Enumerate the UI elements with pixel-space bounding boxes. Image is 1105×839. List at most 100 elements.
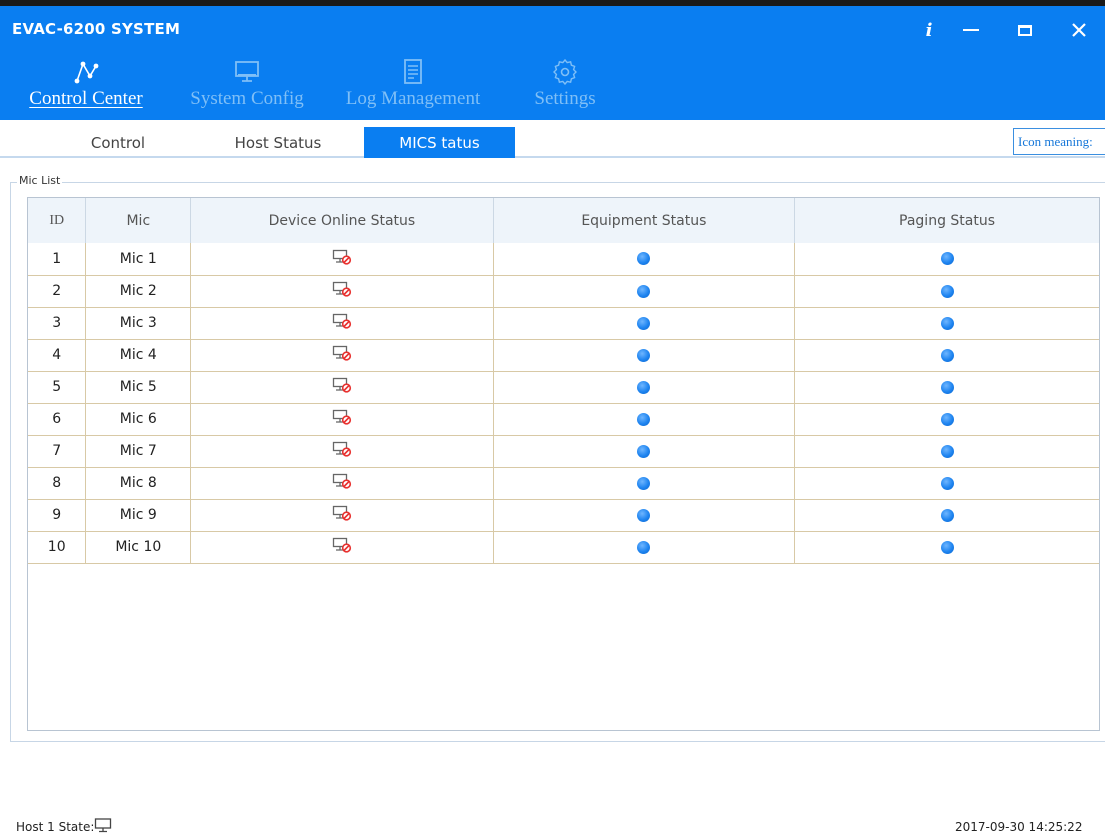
online-status-cell (190, 243, 494, 276)
status-dot-icon (637, 508, 651, 522)
paging-status-cell (794, 467, 1099, 500)
document-icon (404, 59, 422, 84)
table-row[interactable]: 7 Mic 7 (28, 435, 1099, 468)
nav-tab-settings[interactable]: Settings (522, 56, 608, 122)
online-status-cell (190, 435, 494, 468)
column-header-paging-status[interactable]: Paging Status (794, 198, 1099, 243)
maximize-icon (1018, 24, 1032, 36)
row-mic-name: Mic 5 (85, 371, 192, 404)
row-id: 3 (28, 307, 87, 340)
minimize-icon (963, 29, 979, 31)
column-header-equipment-status[interactable]: Equipment Status (493, 198, 796, 243)
status-dot-icon (940, 412, 954, 426)
table-row[interactable]: 8 Mic 8 (28, 467, 1099, 500)
equipment-status-cell (493, 307, 796, 340)
nav-tab-label: System Config (190, 88, 304, 109)
table-row[interactable]: 10 Mic 10 (28, 531, 1099, 564)
mic-table: ID Mic Device Online Status Equipment St… (27, 197, 1100, 731)
table-row[interactable]: 4 Mic 4 (28, 339, 1099, 372)
equipment-status-cell (493, 243, 796, 276)
nav-tab-control-center[interactable]: Control Center (10, 56, 162, 122)
paging-status-cell (794, 243, 1099, 276)
paging-status-cell (794, 371, 1099, 404)
tab-mics-status[interactable]: MICS tatus (364, 127, 515, 158)
icon-meaning-button[interactable]: Icon meaning: (1013, 128, 1105, 155)
paging-status-cell (794, 307, 1099, 340)
nav-tab-label: Settings (534, 88, 596, 109)
table-row[interactable]: 9 Mic 9 (28, 499, 1099, 532)
row-mic-name: Mic 7 (85, 435, 192, 468)
status-dot-icon (940, 348, 954, 362)
offline-icon (332, 281, 352, 301)
row-id: 5 (28, 371, 87, 404)
column-header-online-status[interactable]: Device Online Status (190, 198, 494, 243)
column-header-mic[interactable]: Mic (85, 198, 192, 243)
status-dot-icon (940, 476, 954, 490)
row-id: 9 (28, 499, 87, 532)
paging-status-cell (794, 403, 1099, 436)
row-id: 8 (28, 467, 87, 500)
online-status-cell (190, 307, 494, 340)
table-row[interactable]: 6 Mic 6 (28, 403, 1099, 436)
monitor-icon (94, 818, 112, 836)
minimize-button[interactable] (954, 16, 988, 44)
nav-tab-log-management[interactable]: Log Management (326, 56, 500, 122)
offline-icon (332, 409, 352, 429)
status-dot-icon (637, 444, 651, 458)
maximize-button[interactable] (1008, 16, 1042, 44)
paging-status-cell (794, 339, 1099, 372)
status-dot-icon (637, 316, 651, 330)
row-id: 7 (28, 435, 87, 468)
table-row[interactable]: 3 Mic 3 (28, 307, 1099, 340)
status-dot-icon (637, 412, 651, 426)
paging-status-cell (794, 275, 1099, 308)
row-mic-name: Mic 2 (85, 275, 192, 308)
offline-icon (332, 345, 352, 365)
tab-host-status[interactable]: Host Status (212, 127, 344, 158)
status-dot-icon (940, 444, 954, 458)
offline-icon (332, 249, 352, 269)
equipment-status-cell (493, 403, 796, 436)
status-dot-icon (637, 380, 651, 394)
row-mic-name: Mic 8 (85, 467, 192, 500)
online-status-cell (190, 339, 494, 372)
status-dot-icon (940, 540, 954, 554)
gear-icon (553, 59, 577, 85)
nav-tab-system-config[interactable]: System Config (178, 56, 316, 122)
paging-status-cell (794, 435, 1099, 468)
online-status-cell (190, 371, 494, 404)
status-dot-icon (637, 284, 651, 298)
table-header-row: ID Mic Device Online Status Equipment St… (28, 198, 1099, 243)
row-id: 6 (28, 403, 87, 436)
status-dot-icon (637, 540, 651, 554)
tab-control[interactable]: Control (62, 127, 174, 158)
nav-tab-label: Control Center (29, 88, 143, 109)
sub-tab-bar: Control Host Status MICS tatus (0, 120, 1105, 158)
row-id: 4 (28, 339, 87, 372)
table-row[interactable]: 1 Mic 1 (28, 243, 1099, 276)
close-button[interactable] (1062, 16, 1096, 44)
host-state-label: Host 1 State: (16, 820, 95, 834)
info-button[interactable]: i (912, 16, 946, 44)
equipment-status-cell (493, 531, 796, 564)
status-dot-icon (940, 252, 954, 266)
column-header-id[interactable]: ID (28, 198, 87, 243)
status-bar: Host 1 State: 2017-09-30 14:25:22 (0, 810, 1105, 839)
timestamp: 2017-09-30 14:25:22 (955, 820, 1083, 834)
status-dot-icon (637, 476, 651, 490)
row-id: 1 (28, 243, 87, 276)
equipment-status-cell (493, 435, 796, 468)
status-dot-icon (940, 380, 954, 394)
status-dot-icon (940, 508, 954, 522)
monitor-icon (235, 61, 259, 82)
paging-status-cell (794, 531, 1099, 564)
offline-icon (332, 441, 352, 461)
close-icon (1072, 23, 1086, 37)
online-status-cell (190, 499, 494, 532)
row-mic-name: Mic 4 (85, 339, 192, 372)
equipment-status-cell (493, 339, 796, 372)
offline-icon (332, 505, 352, 525)
table-row[interactable]: 5 Mic 5 (28, 371, 1099, 404)
table-row[interactable]: 2 Mic 2 (28, 275, 1099, 308)
mic-list-title: Mic List (17, 174, 63, 187)
